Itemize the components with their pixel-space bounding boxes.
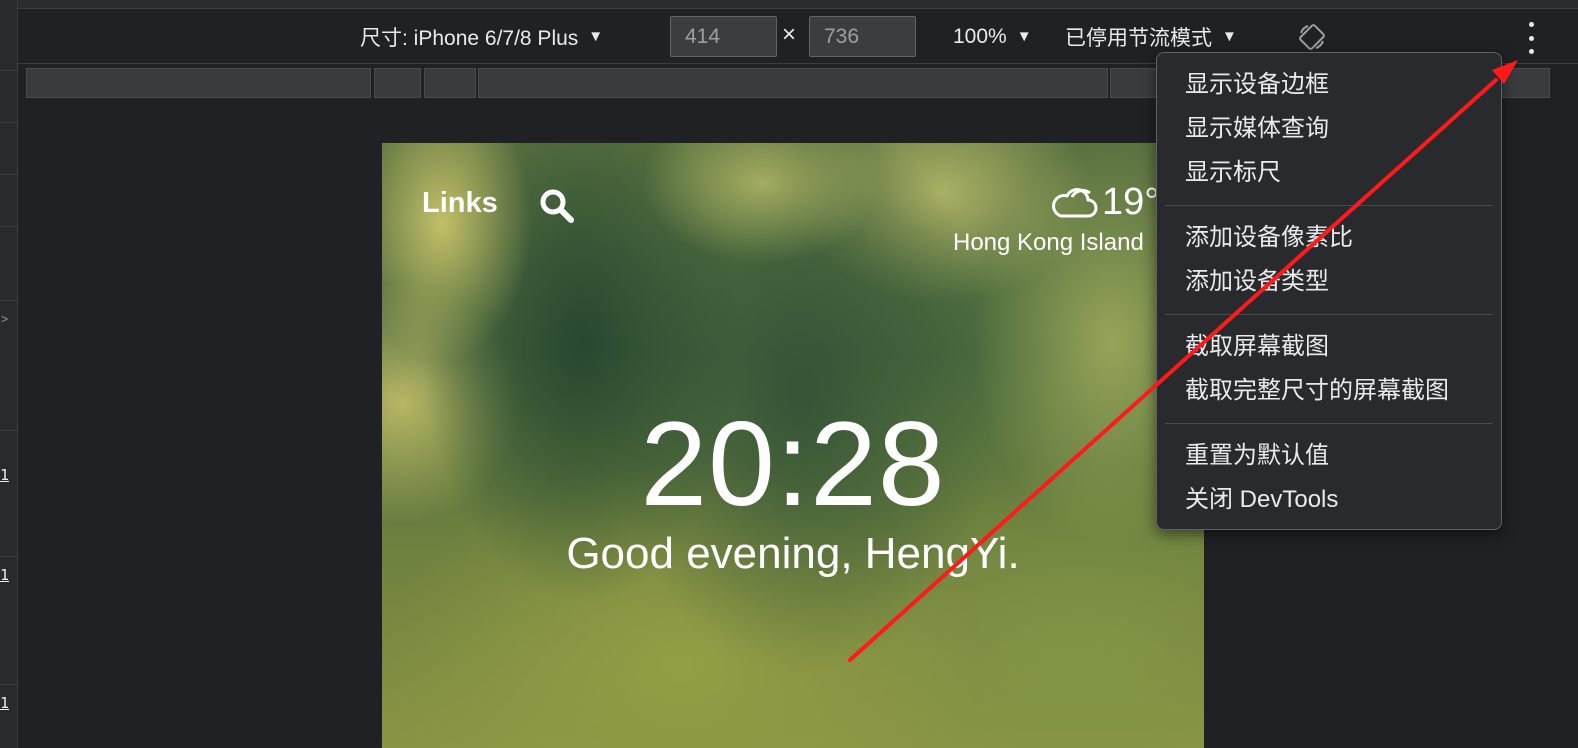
strip-mark[interactable]: 1 <box>0 466 17 484</box>
throttle-label: 已停用节流模式 <box>1065 26 1212 50</box>
rotate-icon[interactable] <box>1298 23 1326 51</box>
device-mode-menu: 显示设备边框 显示媒体查询 显示标尺 添加设备像素比 添加设备类型 截取屏幕截图… <box>1156 52 1502 530</box>
device-viewport[interactable]: Links 19° Hong Kong Island 20:28 Good ev… <box>382 143 1204 748</box>
strip-divider <box>0 70 17 71</box>
menu-item-show-device-frame[interactable]: 显示设备边框 <box>1157 63 1501 107</box>
menu-item-add-device-pixel-ratio[interactable]: 添加设备像素比 <box>1157 216 1501 260</box>
expand-arrow-icon[interactable]: > <box>1 312 8 326</box>
device-select-label: 尺寸: iPhone 6/7/8 Plus <box>360 26 579 50</box>
menu-item-close-devtools[interactable]: 关闭 DevTools <box>1157 478 1501 522</box>
strip-divider <box>0 430 17 431</box>
dropdown-caret-icon: ▼ <box>1016 28 1032 45</box>
menu-separator <box>1165 205 1493 206</box>
media-query-segment[interactable] <box>26 68 371 98</box>
clock-time: 20:28 <box>640 397 946 531</box>
strip-mark[interactable]: 1 <box>0 694 17 712</box>
strip-divider <box>0 174 17 175</box>
links-button[interactable]: Links <box>422 187 498 220</box>
media-query-segment[interactable] <box>478 68 1108 98</box>
menu-item-show-rulers[interactable]: 显示标尺 <box>1157 151 1501 195</box>
strip-divider <box>0 300 17 301</box>
menu-item-show-media-queries[interactable]: 显示媒体查询 <box>1157 107 1501 151</box>
strip-divider <box>0 122 17 123</box>
weather-location: Hong Kong Island <box>953 229 1144 256</box>
height-input[interactable]: 736 <box>809 16 916 57</box>
search-icon[interactable] <box>538 187 576 225</box>
menu-item-add-device-type[interactable]: 添加设备类型 <box>1157 260 1501 304</box>
strip-divider <box>0 684 17 685</box>
dropdown-caret-icon: ▼ <box>588 28 604 45</box>
top-edge <box>0 0 1578 9</box>
strip-divider <box>0 556 17 557</box>
greeting-text: Good evening, HengYi. <box>566 529 1020 578</box>
width-input[interactable]: 414 <box>670 16 777 57</box>
dropdown-caret-icon: ▼ <box>1222 28 1237 45</box>
zoom-select[interactable]: 100% ▼ <box>953 9 1032 64</box>
devtools-device-mode: > 1 1 1 尺寸: iPhone 6/7/8 Plus ▼ 414 × 73… <box>0 0 1578 748</box>
menu-item-reset-to-defaults[interactable]: 重置为默认值 <box>1157 434 1501 478</box>
left-panel-strip: > 1 1 1 <box>0 0 18 748</box>
media-query-segment[interactable] <box>374 68 421 98</box>
dimension-separator: × <box>782 21 797 48</box>
strip-divider <box>0 226 17 227</box>
strip-mark[interactable]: 1 <box>0 566 17 584</box>
device-select[interactable]: 尺寸: iPhone 6/7/8 Plus ▼ <box>360 9 603 64</box>
zoom-label: 100% <box>953 24 1007 48</box>
media-query-segment[interactable] <box>424 68 476 98</box>
more-options-icon[interactable] <box>1523 22 1539 54</box>
menu-item-capture-full-size-screenshot[interactable]: 截取完整尺寸的屏幕截图 <box>1157 369 1501 413</box>
menu-separator <box>1165 423 1493 424</box>
menu-item-capture-screenshot[interactable]: 截取屏幕截图 <box>1157 325 1501 369</box>
temperature: 19° <box>1102 181 1160 223</box>
cloud-icon <box>1052 188 1098 218</box>
menu-separator <box>1165 314 1493 315</box>
